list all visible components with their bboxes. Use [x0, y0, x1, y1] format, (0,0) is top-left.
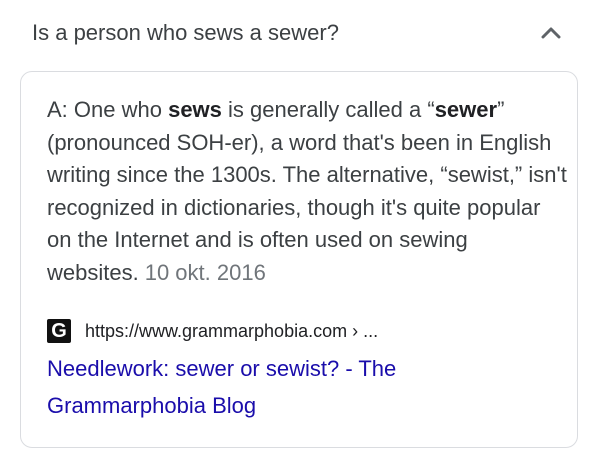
grammarphobia-favicon-icon: G — [47, 319, 71, 343]
answer-text: A: One who sews is generally called a “s… — [47, 94, 567, 289]
chevron-up-icon — [541, 27, 561, 39]
answer-middle: is generally called a “ — [221, 97, 435, 122]
answer-rest: ” (pronounced SOH-er), a word that's bee… — [47, 97, 567, 285]
question-text: Is a person who sews a sewer? — [32, 20, 339, 45]
result-title-line2: Grammarphobia Blog — [47, 393, 257, 418]
answer-bold-sewer: sewer — [434, 97, 498, 122]
collapse-button[interactable] — [536, 18, 566, 48]
result-title-link[interactable]: Needlework: sewer or sewist? - The Gramma… — [47, 350, 567, 424]
answer-prefix: A: One who — [47, 97, 169, 122]
source-row[interactable]: G https://www.grammarphobia.com › ... — [47, 318, 378, 344]
result-title-line1: Needlework: sewer or sewist? - The — [47, 356, 397, 381]
answer-bold-sews: sews — [168, 97, 222, 122]
answer-date: 10 okt. 2016 — [144, 259, 266, 285]
source-url[interactable]: https://www.grammarphobia.com › ... — [85, 321, 378, 342]
answer-card: A: One who sews is generally called a “s… — [20, 71, 578, 448]
question-header[interactable]: Is a person who sews a sewer? — [0, 0, 600, 66]
